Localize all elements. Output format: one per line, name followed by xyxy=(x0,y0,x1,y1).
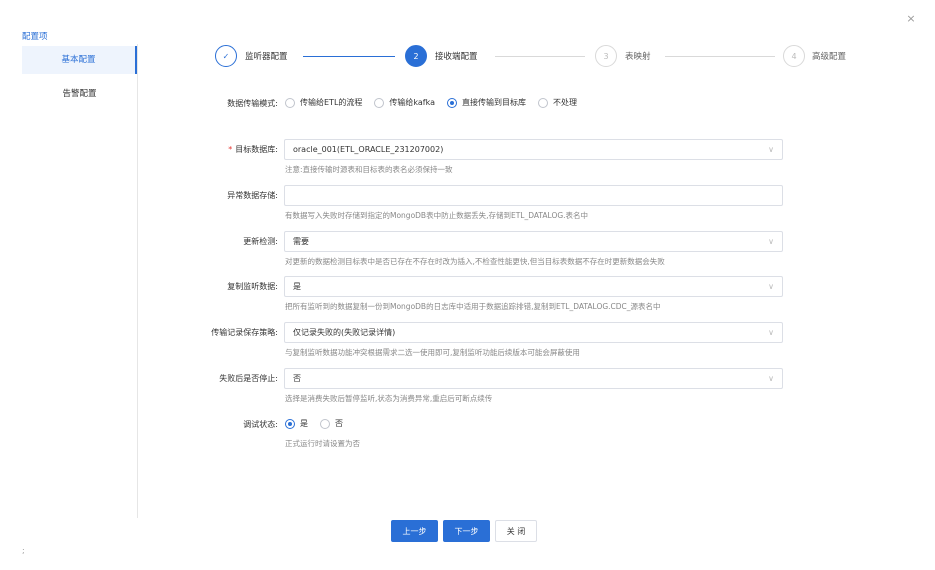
chevron-down-icon: ∨ xyxy=(768,328,774,337)
required-icon: * xyxy=(228,145,233,154)
prev-step-button[interactable]: 上一步 xyxy=(391,520,438,542)
step-number-3: 3 xyxy=(595,45,617,67)
radio-checked-icon xyxy=(285,418,295,429)
radio-checked-icon xyxy=(447,97,458,108)
error-storage-input[interactable] xyxy=(284,185,783,206)
step-connector xyxy=(665,56,775,57)
step-number-4: 4 xyxy=(783,45,805,67)
copy-listen-select[interactable]: 是 ∨ xyxy=(284,276,783,297)
field-hint: 注意:直接传输时源表和目标表的表名必须保持一致 xyxy=(285,165,453,174)
field-label: 传输记录保存策略: xyxy=(211,328,278,337)
chevron-down-icon: ∨ xyxy=(768,145,774,154)
step-label-table-mapping: 表映射 xyxy=(625,52,651,62)
field-label: * 目标数据库: xyxy=(228,145,278,154)
stop-on-fail-select[interactable]: 否 ∨ xyxy=(284,368,783,389)
radio-circle-icon xyxy=(320,418,330,429)
radio-kafka[interactable]: 传输给kafka xyxy=(374,97,435,108)
radio-circle-icon xyxy=(285,97,295,108)
radio-circle-icon xyxy=(538,97,549,108)
radio-debug-yes[interactable]: 是 xyxy=(285,418,308,429)
field-label: 数据传输模式: xyxy=(227,99,278,108)
chevron-down-icon: ∨ xyxy=(768,237,774,246)
radio-no-process[interactable]: 不处理 xyxy=(538,97,577,108)
field-hint: 正式运行时请设置为否 xyxy=(285,439,360,448)
debug-radio-group: 是 否 xyxy=(285,418,355,429)
step-indicator: ✓ 监听器配置 2 接收端配置 3 表映射 4 高级配置 xyxy=(215,45,865,69)
sidebar-item-basic-config[interactable]: 基本配置 xyxy=(22,46,137,74)
mode-radio-group: 传输给ETL的流程 传输给kafka 直接传输到目标库 不处理 xyxy=(285,97,589,108)
field-label: 复制监听数据: xyxy=(227,282,278,291)
step-label-advanced: 高级配置 xyxy=(812,52,847,62)
chevron-down-icon: ∨ xyxy=(768,374,774,383)
radio-debug-no[interactable]: 否 xyxy=(320,418,343,429)
step-connector xyxy=(303,56,395,57)
radio-direct-target[interactable]: 直接传输到目标库 xyxy=(447,97,526,108)
step-label-listener: 监听器配置 xyxy=(245,52,288,62)
step-label-receiver: 接收端配置 xyxy=(435,52,478,62)
field-label: 失败后是否停止: xyxy=(219,374,278,383)
radio-label: 是 xyxy=(300,419,308,428)
close-button[interactable]: 关 闭 xyxy=(495,520,537,542)
field-hint: 把所有监听到的数据复制一份到MongoDB的日志库中适用于数据追踪排错,复制到E… xyxy=(285,302,661,311)
radio-label: 不处理 xyxy=(553,98,578,107)
step-number-2: 2 xyxy=(405,45,427,67)
corner-mark: ; xyxy=(22,546,25,555)
field-hint: 选择是消费失败后暂停监听,状态为消费异常,重启后可断点续传 xyxy=(285,394,493,403)
field-label: 调试状态: xyxy=(243,420,278,429)
step-done-check-icon: ✓ xyxy=(215,45,237,67)
log-policy-select[interactable]: 仅记录失败的(失败记录详情) ∨ xyxy=(284,322,783,343)
target-db-select[interactable]: oracle_001(ETL_ORACLE_231207002) ∨ xyxy=(284,139,783,160)
close-icon[interactable]: × xyxy=(904,12,918,26)
field-hint: 对更新的数据检测目标表中是否已存在不存在时改为插入,不检查性能更快,但当目标表数… xyxy=(285,257,665,266)
field-hint: 与复制监听数据功能冲突根据需求二选一使用即可,复制监听功能后续版本可能会屏蔽使用 xyxy=(285,348,580,357)
radio-etl-flow[interactable]: 传输给ETL的流程 xyxy=(285,97,362,108)
chevron-down-icon: ∨ xyxy=(768,282,774,291)
field-label: 更新检测: xyxy=(243,237,278,246)
radio-label: 否 xyxy=(335,419,343,428)
step-connector xyxy=(495,56,585,57)
sidebar-title: 配置项 xyxy=(22,32,48,42)
next-step-button[interactable]: 下一步 xyxy=(443,520,490,542)
radio-circle-icon xyxy=(374,97,385,108)
field-label: 异常数据存储: xyxy=(227,191,278,200)
field-hint: 有数据写入失败时存储到指定的MongoDB表中防止数据丢失,存储到ETL_DAT… xyxy=(285,211,589,220)
radio-label: 传输给kafka xyxy=(389,98,436,107)
update-check-select[interactable]: 需要 ∨ xyxy=(284,231,783,252)
radio-label: 直接传输到目标库 xyxy=(462,98,527,107)
radio-label: 传输给ETL的流程 xyxy=(300,98,363,107)
